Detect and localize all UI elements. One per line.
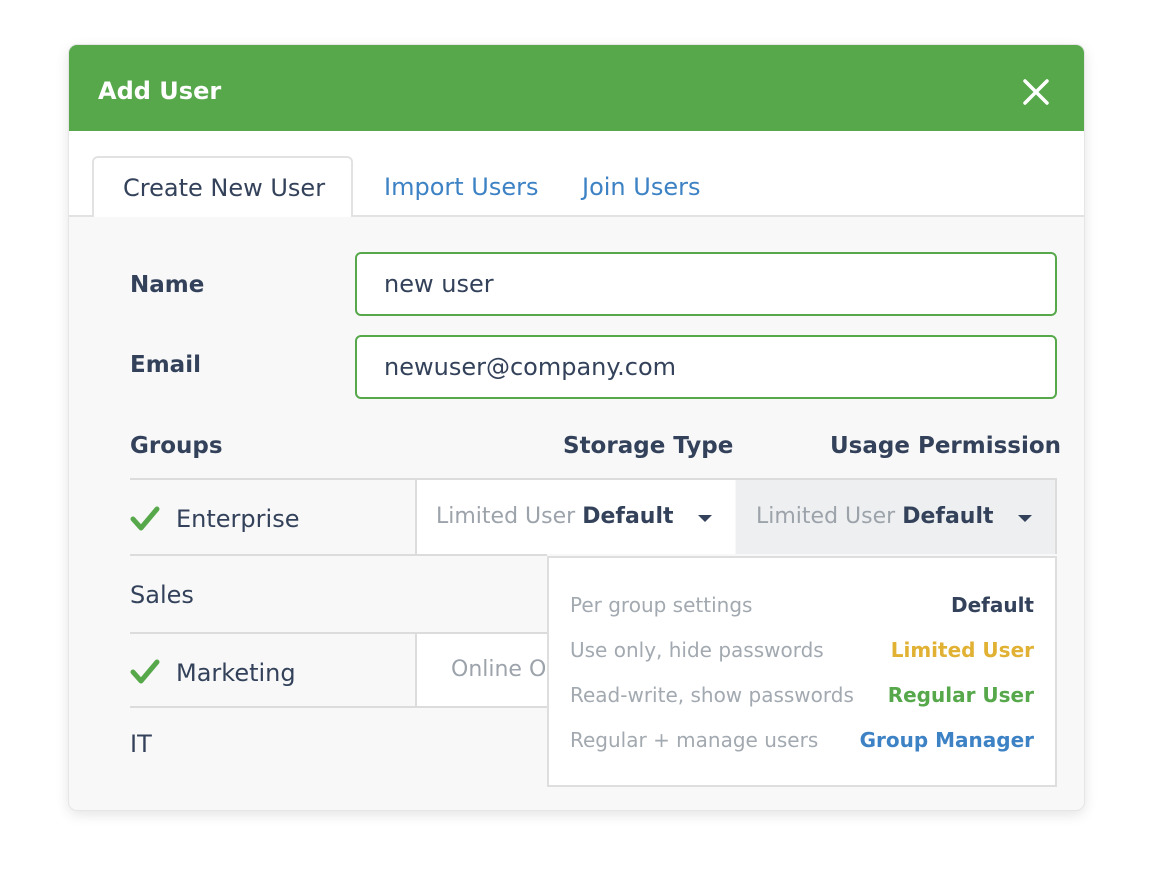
- option-value: Regular User: [887, 683, 1034, 707]
- usage-permission-select[interactable]: Limited User Default: [736, 480, 1055, 554]
- select-muted-text: Limited User: [436, 504, 576, 529]
- close-icon: [1023, 79, 1049, 105]
- name-input[interactable]: new user: [355, 252, 1057, 316]
- row-divider: [130, 554, 547, 556]
- tab-label: Create New User: [123, 174, 326, 202]
- option-description: Read-write, show passwords: [570, 683, 854, 707]
- groups-header: Groups: [130, 433, 223, 459]
- storage-type-select[interactable]: Online Or: [417, 634, 547, 706]
- dialog-title: Add User: [98, 77, 222, 105]
- storage-type-header: Storage Type: [563, 433, 734, 459]
- add-user-dialog: Add User Create New User Import Users Jo…: [69, 45, 1084, 810]
- dropdown-option-default[interactable]: Per group settings Default: [549, 585, 1055, 625]
- email-label: Email: [130, 352, 201, 378]
- group-name: Enterprise: [176, 505, 300, 533]
- select-value: Default: [902, 504, 994, 529]
- caret-down-icon: [1018, 515, 1032, 522]
- close-button[interactable]: [1019, 75, 1053, 109]
- dialog-header: Add User: [69, 45, 1084, 131]
- tab-import-users[interactable]: Import Users: [384, 171, 539, 203]
- dropdown-option-regular-user[interactable]: Read-write, show passwords Regular User: [549, 675, 1055, 715]
- dropdown-option-limited-user[interactable]: Use only, hide passwords Limited User: [549, 630, 1055, 670]
- storage-type-select[interactable]: Limited User Default: [417, 480, 735, 554]
- column-divider: [1055, 480, 1057, 554]
- option-description: Per group settings: [570, 593, 753, 617]
- option-value: Limited User: [890, 638, 1034, 662]
- group-name[interactable]: IT: [130, 728, 152, 760]
- select-value: Default: [582, 504, 674, 529]
- option-value: Default: [950, 593, 1034, 617]
- select-muted-text: Online Or: [451, 657, 547, 682]
- option-description: Regular + manage users: [570, 728, 819, 752]
- group-name[interactable]: Sales: [130, 579, 194, 611]
- name-label: Name: [130, 272, 205, 298]
- check-icon[interactable]: [130, 659, 160, 685]
- caret-down-icon: [698, 515, 712, 522]
- row-divider: [130, 706, 547, 708]
- group-name: Marketing: [176, 659, 296, 687]
- dropdown-option-group-manager[interactable]: Regular + manage users Group Manager: [549, 720, 1055, 760]
- usage-permission-header: Usage Permission: [830, 433, 1062, 459]
- check-icon[interactable]: [130, 506, 160, 532]
- select-muted-text: Limited User: [756, 504, 896, 529]
- tab-create-new-user[interactable]: Create New User: [92, 156, 353, 217]
- permission-dropdown-menu: Per group settings Default Use only, hid…: [547, 556, 1057, 787]
- tab-bar: Create New User Import Users Join Users: [69, 131, 1084, 217]
- option-description: Use only, hide passwords: [570, 638, 824, 662]
- option-value: Group Manager: [859, 728, 1034, 752]
- tab-join-users[interactable]: Join Users: [582, 171, 700, 203]
- email-input[interactable]: newuser@company.com: [355, 335, 1057, 399]
